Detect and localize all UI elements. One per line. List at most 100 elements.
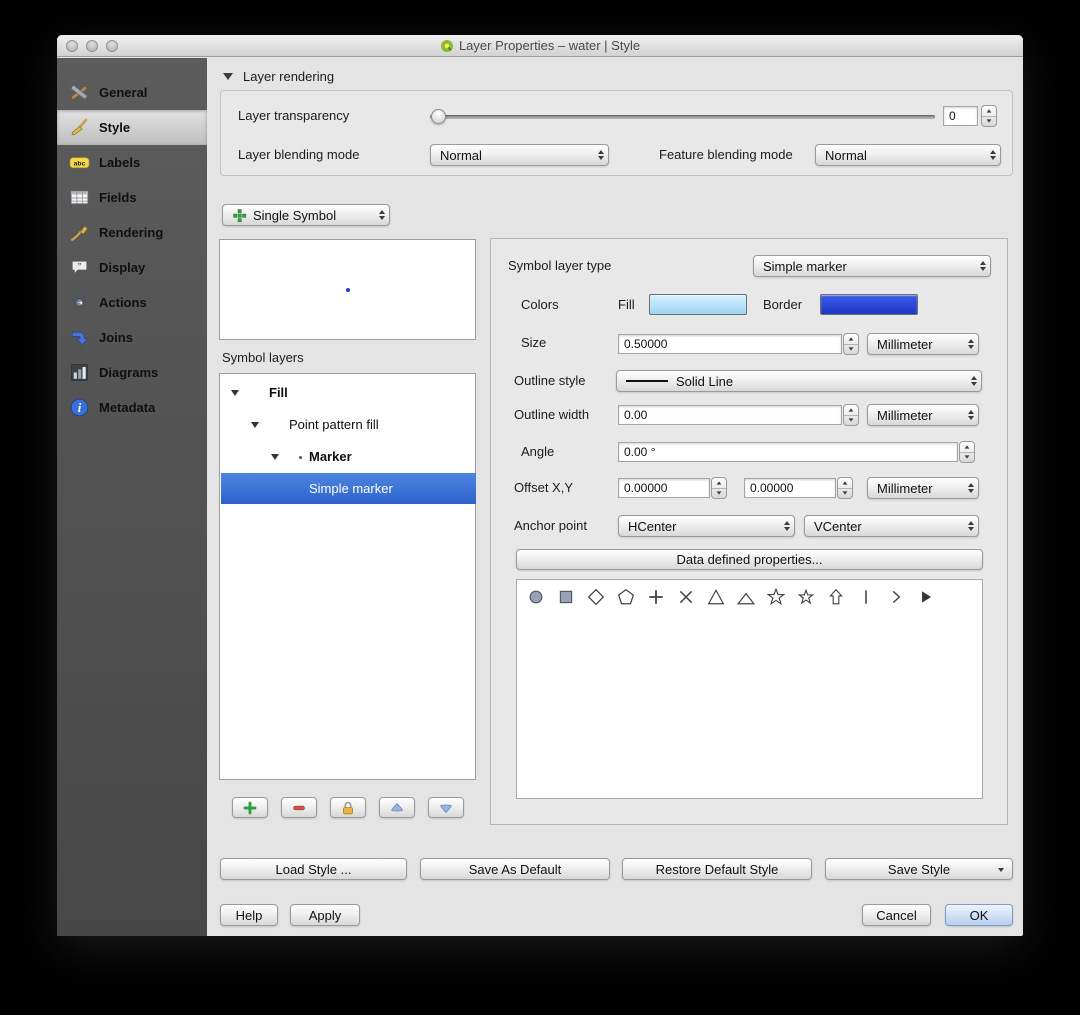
stepper-down-button[interactable] <box>844 345 858 355</box>
transparency-value-field[interactable]: 0 <box>943 106 978 126</box>
angle-field[interactable]: 0.00 ° <box>618 442 958 462</box>
stepper-down-button[interactable] <box>960 453 974 463</box>
border-color-swatch[interactable] <box>820 294 918 315</box>
move-layer-down-button[interactable] <box>428 797 464 818</box>
feature-blending-select[interactable]: Normal <box>815 144 1001 166</box>
size-stepper[interactable] <box>843 333 859 355</box>
stepper-up-button[interactable] <box>960 442 974 453</box>
layer-transparency-label: Layer transparency <box>238 108 350 123</box>
stepper-down-button[interactable] <box>838 489 852 499</box>
sidebar-item-display[interactable]: ” Display <box>57 250 207 285</box>
sidebar-item-labels[interactable]: abc Labels <box>57 145 207 180</box>
sidebar-item-joins[interactable]: Joins <box>57 320 207 355</box>
symbol-layer-type-select[interactable]: Simple marker <box>753 255 991 277</box>
marker-arrow-up-icon[interactable] <box>827 588 845 606</box>
outline-width-unit-select[interactable]: Millimeter <box>867 404 979 426</box>
size-field[interactable]: 0.50000 <box>618 334 842 354</box>
layer-blending-select[interactable]: Normal <box>430 144 609 166</box>
title-bar[interactable]: Layer Properties – water | Style <box>57 35 1023 57</box>
marker-star-outline-icon[interactable] <box>797 588 815 606</box>
save-as-default-button[interactable]: Save As Default <box>420 858 610 880</box>
offset-unit-select[interactable]: Millimeter <box>867 477 979 499</box>
sidebar-item-fields[interactable]: Fields <box>57 180 207 215</box>
save-style-button[interactable]: Save Style <box>825 858 1013 880</box>
expander-icon[interactable] <box>271 454 279 460</box>
lock-layer-button[interactable] <box>330 797 366 818</box>
stepper-up-button[interactable] <box>844 334 858 345</box>
help-button[interactable]: Help <box>220 904 278 926</box>
fill-color-swatch[interactable] <box>649 294 747 315</box>
sidebar-item-style[interactable]: Style <box>57 110 207 145</box>
data-defined-properties-button[interactable]: Data defined properties... <box>516 549 983 570</box>
border-label: Border <box>763 297 803 312</box>
apply-button[interactable]: Apply <box>290 904 360 926</box>
anchor-v-select[interactable]: VCenter <box>804 515 979 537</box>
tree-item-simple-marker[interactable]: Simple marker <box>221 473 476 504</box>
sidebar-item-diagrams[interactable]: Diagrams <box>57 355 207 390</box>
zoom-button[interactable] <box>106 40 118 52</box>
renderer-select[interactable]: Single Symbol <box>222 204 390 226</box>
layer-rendering-disclosure-icon[interactable] <box>223 73 233 80</box>
marker-circle-icon[interactable] <box>527 588 545 606</box>
sidebar-item-metadata[interactable]: i Metadata <box>57 390 207 425</box>
add-symbol-layer-button[interactable] <box>232 797 268 818</box>
offset-y-stepper[interactable] <box>837 477 853 499</box>
marker-square-icon[interactable] <box>557 588 575 606</box>
outline-width-label: Outline width <box>514 407 590 422</box>
sidebar-item-rendering[interactable]: Rendering <box>57 215 207 250</box>
marker-chevron-right-icon[interactable] <box>887 588 905 606</box>
expander-icon[interactable] <box>251 422 259 428</box>
offset-y-field[interactable]: 0.00000 <box>744 478 836 498</box>
tree-item-fill[interactable]: Fill <box>221 377 476 408</box>
stepper-up-button[interactable] <box>712 478 726 489</box>
sidebar-item-general[interactable]: General <box>57 75 207 110</box>
svg-text:abc: abc <box>74 160 86 167</box>
outline-width-field[interactable]: 0.00 <box>618 405 842 425</box>
size-unit-select[interactable]: Millimeter <box>867 333 979 355</box>
ok-button[interactable]: OK <box>945 904 1013 926</box>
offset-x-field[interactable]: 0.00000 <box>618 478 710 498</box>
remove-symbol-layer-button[interactable] <box>281 797 317 818</box>
transparency-stepper[interactable] <box>981 105 997 127</box>
load-style-button[interactable]: Load Style ... <box>220 858 407 880</box>
marker-plus-icon[interactable] <box>647 588 665 606</box>
marker-diamond-icon[interactable] <box>587 588 605 606</box>
restore-default-style-button[interactable]: Restore Default Style <box>622 858 812 880</box>
stepper-up-button[interactable] <box>844 405 858 416</box>
marker-triangle-flat-icon[interactable] <box>737 588 755 606</box>
offset-label: Offset X,Y <box>514 480 574 495</box>
outline-width-stepper[interactable] <box>843 404 859 426</box>
stepper-down-button[interactable] <box>982 117 996 127</box>
stepper-up-button[interactable] <box>838 478 852 489</box>
sidebar-item-actions[interactable]: Actions <box>57 285 207 320</box>
close-button[interactable] <box>66 40 78 52</box>
select-value: Solid Line <box>676 373 734 389</box>
offset-x-stepper[interactable] <box>711 477 727 499</box>
anchor-h-select[interactable]: HCenter <box>618 515 795 537</box>
button-label: Data defined properties... <box>676 552 823 567</box>
stepper-up-button[interactable] <box>982 106 996 117</box>
slider-handle[interactable] <box>431 109 446 124</box>
marker-pentagon-icon[interactable] <box>617 588 635 606</box>
move-layer-up-button[interactable] <box>379 797 415 818</box>
layer-properties-window: Layer Properties – water | Style General… <box>57 35 1023 936</box>
svg-text:”: ” <box>77 262 81 271</box>
minimize-button[interactable] <box>86 40 98 52</box>
select-value: Millimeter <box>877 407 933 423</box>
marker-triangle-icon[interactable] <box>707 588 725 606</box>
outline-style-select[interactable]: Solid Line <box>616 370 982 392</box>
stepper-down-button[interactable] <box>712 489 726 499</box>
marker-star-icon[interactable] <box>767 588 785 606</box>
tree-item-point-pattern-fill[interactable]: Point pattern fill <box>221 409 476 440</box>
angle-stepper[interactable] <box>959 441 975 463</box>
tree-item-label: Fill <box>269 385 288 400</box>
marker-cross-icon[interactable] <box>677 588 695 606</box>
sidebar: General Style abc Labels Fields Renderin… <box>57 58 207 936</box>
tree-item-marker[interactable]: Marker <box>221 441 476 472</box>
cancel-button[interactable]: Cancel <box>862 904 931 926</box>
layer-transparency-slider[interactable] <box>430 109 935 124</box>
stepper-down-button[interactable] <box>844 416 858 426</box>
expander-icon[interactable] <box>231 390 239 396</box>
marker-arrowhead-right-icon[interactable] <box>917 588 935 606</box>
marker-vertical-line-icon[interactable] <box>857 588 875 606</box>
